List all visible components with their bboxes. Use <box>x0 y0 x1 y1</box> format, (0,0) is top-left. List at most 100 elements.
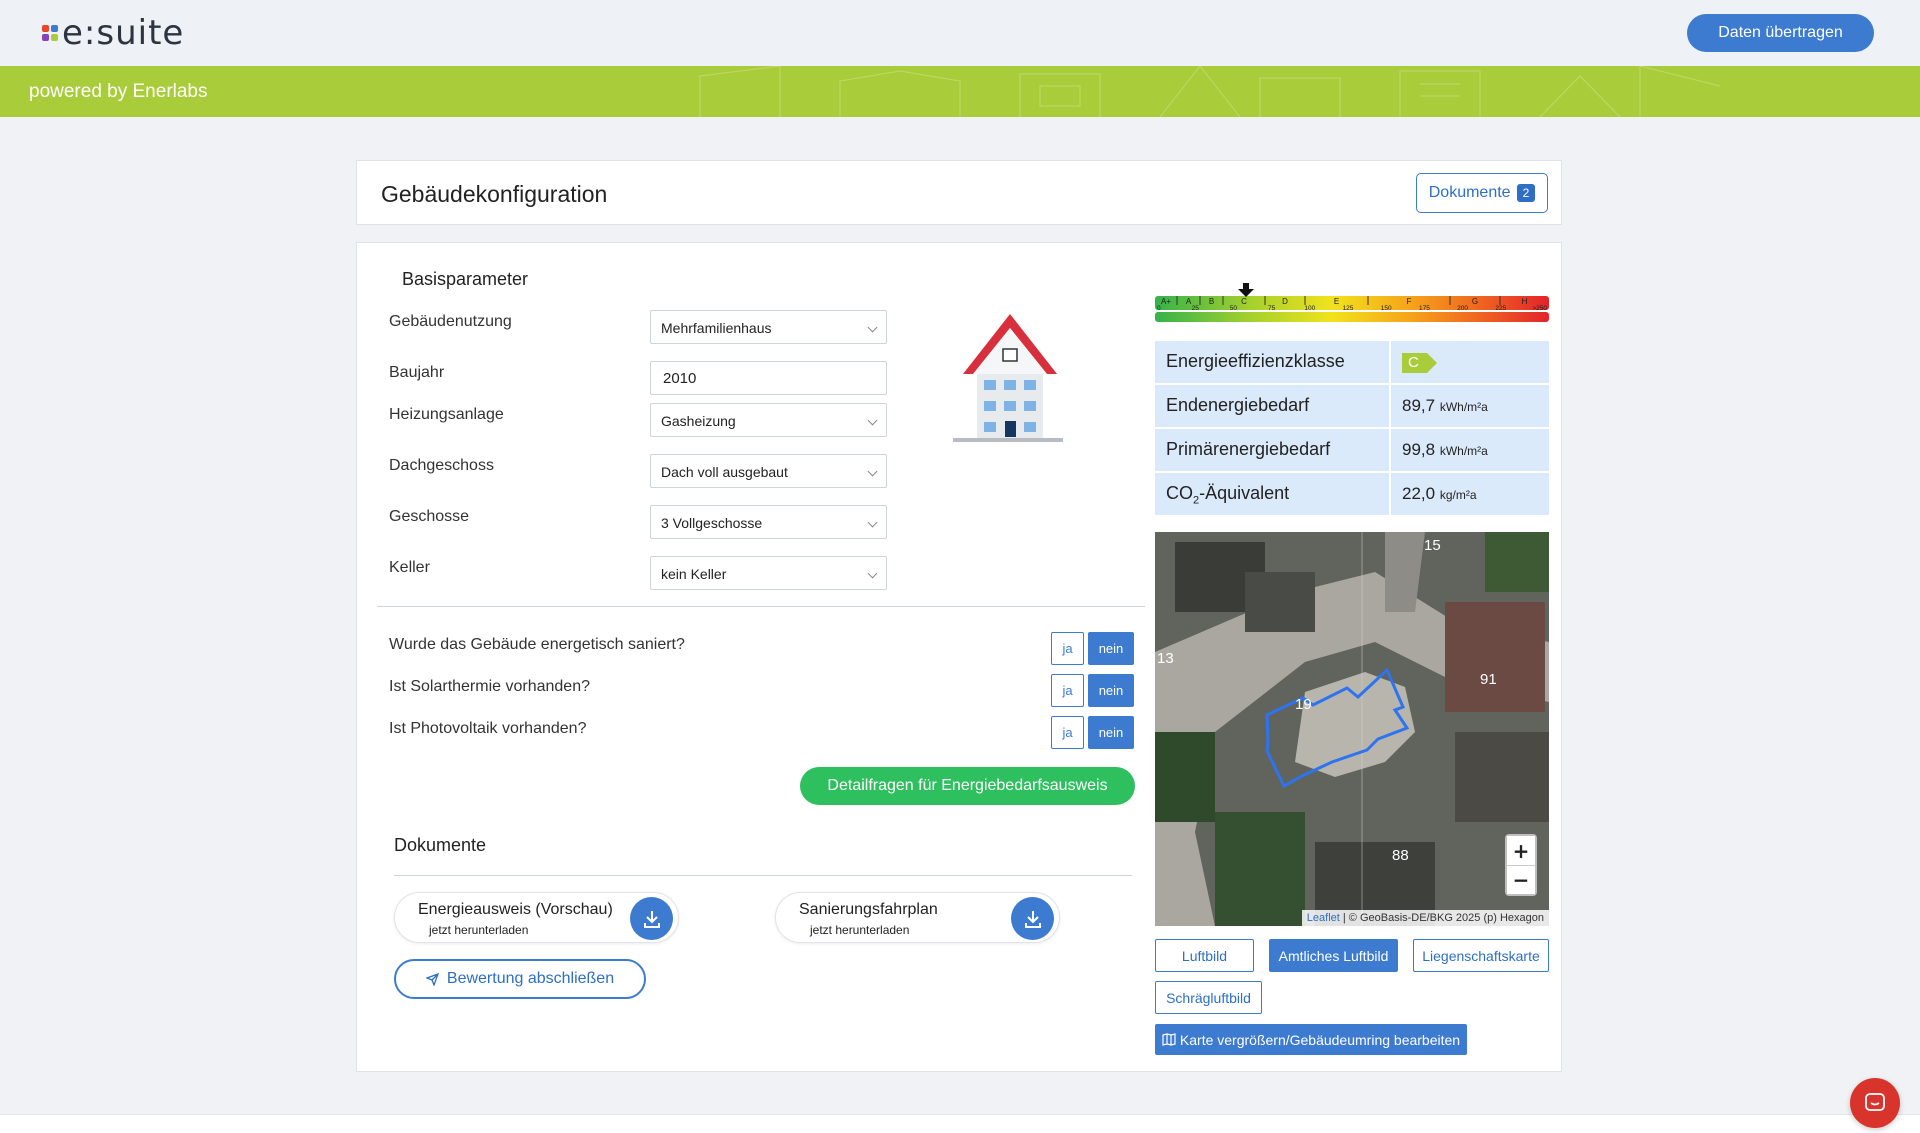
final-energy-row: Endenergiebedarf 89,7 kWh/m²a <box>1155 385 1549 427</box>
label-heating: Heizungsanlage <box>389 406 504 423</box>
scale-tick-label: 100 <box>1304 305 1315 312</box>
aerial-image <box>1155 532 1549 926</box>
scale-tick-label: >250 <box>1532 305 1547 312</box>
scale-class-label: H <box>1522 297 1528 306</box>
renovation-roadmap-subtitle: jetzt herunterladen <box>810 923 910 937</box>
co2-value: 22,0 <box>1402 484 1436 503</box>
finish-assessment-button[interactable]: Bewertung abschließen <box>394 959 646 999</box>
floors-select[interactable]: 3 Vollgeschosse <box>650 505 887 539</box>
question-renovated: Wurde das Gebäude energetisch saniert? <box>389 636 685 653</box>
scale-tick-label: 225 <box>1495 305 1506 312</box>
esuite-logo[interactable]: e:suite <box>42 13 185 53</box>
attic-value: Dach voll ausgebaut <box>661 464 788 480</box>
title-card: Gebäudekonfiguration Dokumente 2 <box>356 160 1562 225</box>
logo-text: e:suite <box>62 13 185 53</box>
final-energy-value: 89,7 <box>1402 396 1436 415</box>
page-title: Gebäudekonfiguration <box>381 181 608 207</box>
chat-widget-button[interactable] <box>1850 1078 1900 1128</box>
attic-select[interactable]: Dach voll ausgebaut <box>650 454 887 488</box>
primary-energy-unit: kWh/m²a <box>1439 444 1488 458</box>
label-building-use: Gebäudenutzung <box>389 313 512 330</box>
top-bar: e:suite Daten übertragen <box>0 0 1920 66</box>
powered-by-banner: powered by Enerlabs <box>0 66 1920 117</box>
renovated-no-button[interactable]: nein <box>1088 632 1134 665</box>
leaflet-link[interactable]: Leaflet <box>1307 912 1340 924</box>
map-layer-luftbild-button[interactable]: Luftbild <box>1155 939 1254 972</box>
logo-dots-icon <box>42 25 58 41</box>
chat-icon <box>1865 1093 1885 1111</box>
solar-thermal-no-button[interactable]: nein <box>1088 674 1134 707</box>
zoom-in-button[interactable]: + <box>1507 836 1535 865</box>
transfer-data-button[interactable]: Daten übertragen <box>1687 14 1874 52</box>
documents-count-badge: 2 <box>1516 184 1536 202</box>
final-energy-label: Endenergiebedarf <box>1155 385 1389 427</box>
documents-button[interactable]: Dokumente 2 <box>1416 173 1548 213</box>
basis-heading: Basisparameter <box>402 269 529 289</box>
documents-button-label: Dokumente <box>1428 184 1511 201</box>
divider <box>394 875 1132 876</box>
renovated-toggle: ja nein <box>1051 632 1134 665</box>
aerial-map[interactable]: 15 13 19 91 88 + − Leaflet | © GeoBasis-… <box>1155 532 1549 926</box>
photovoltaic-yes-button[interactable]: ja <box>1051 716 1084 749</box>
house-illustration-icon <box>953 314 1063 442</box>
photovoltaic-toggle: ja nein <box>1051 716 1134 749</box>
chevron-down-icon <box>867 466 878 477</box>
powered-by-text: powered by Enerlabs <box>29 81 208 102</box>
scale-class-label: F <box>1407 297 1412 306</box>
zoom-out-button[interactable]: − <box>1507 865 1535 894</box>
question-solar-thermal: Ist Solarthermie vorhanden? <box>389 678 590 695</box>
renovation-roadmap-download[interactable]: Sanierungsfahrplan jetzt herunterladen <box>775 892 1060 943</box>
solar-thermal-yes-button[interactable]: ja <box>1051 674 1084 707</box>
current-class-marker-icon <box>1238 283 1254 297</box>
construction-year-input[interactable]: 2010 <box>650 361 887 395</box>
label-floors: Geschosse <box>389 508 470 525</box>
map-label: 13 <box>1157 650 1174 667</box>
basement-select[interactable]: kein Keller <box>650 556 887 590</box>
scale-tick-label: 200 <box>1457 305 1468 312</box>
chevron-down-icon <box>867 322 878 333</box>
solar-thermal-toggle: ja nein <box>1051 674 1134 707</box>
scale-tick-label: 50 <box>1230 305 1238 312</box>
map-layer-oblique-button[interactable]: Schrägluftbild <box>1155 981 1262 1014</box>
map-attribution-text: | © GeoBasis-DE/BKG 2025 (p) Hexagon <box>1339 912 1544 924</box>
scale-class-label: C <box>1241 297 1247 306</box>
divider <box>377 606 1145 607</box>
label-basement: Keller <box>389 559 430 576</box>
heating-select[interactable]: Gasheizung <box>650 403 887 437</box>
building-use-value: Mehrfamilienhaus <box>661 320 772 336</box>
detail-questions-button[interactable]: Detailfragen für Energiebedarfsausweis <box>800 767 1135 805</box>
co2-label: CO2-Äquivalent <box>1155 473 1389 515</box>
chevron-down-icon <box>867 568 878 579</box>
efficiency-class-label: Energieeffizienzklasse <box>1155 341 1389 383</box>
primary-energy-row: Primärenergiebedarf 99,8 kWh/m²a <box>1155 429 1549 471</box>
scale-class-label: E <box>1334 297 1339 306</box>
download-icon[interactable] <box>1011 897 1054 940</box>
chevron-down-icon <box>867 517 878 528</box>
basement-value: kein Keller <box>661 566 727 582</box>
primary-energy-label: Primärenergiebedarf <box>1155 429 1389 471</box>
photovoltaic-no-button[interactable]: nein <box>1088 716 1134 749</box>
footer-bar <box>0 1114 1920 1133</box>
label-construction-year: Baujahr <box>389 364 445 381</box>
scale-tick-label: 25 <box>1192 305 1200 312</box>
map-layer-cadastral-button[interactable]: Liegenschaftskarte <box>1413 939 1549 972</box>
download-icon[interactable] <box>630 897 673 940</box>
renovated-yes-button[interactable]: ja <box>1051 632 1084 665</box>
efficiency-class-row: Energieeffizienzklasse C <box>1155 341 1549 383</box>
blueprint-pattern-icon <box>699 66 1721 117</box>
building-use-select[interactable]: Mehrfamilienhaus <box>650 310 887 344</box>
documents-heading: Dokumente <box>394 835 487 855</box>
energy-certificate-download[interactable]: Energieausweis (Vorschau) jetzt herunter… <box>394 892 679 943</box>
map-icon <box>1162 1033 1176 1046</box>
enlarge-map-button[interactable]: Karte vergrößern/Gebäudeumring bearbeite… <box>1155 1024 1467 1055</box>
floors-value: 3 Vollgeschosse <box>661 515 763 531</box>
map-zoom-control: + − <box>1505 834 1537 896</box>
energy-certificate-subtitle: jetzt herunterladen <box>429 923 529 937</box>
map-label: 19 <box>1295 696 1312 713</box>
map-layer-official-aerial-button[interactable]: Amtliches Luftbild <box>1269 939 1398 972</box>
question-photovoltaic: Ist Photovoltaik vorhanden? <box>389 720 587 737</box>
scale-tick-label: 75 <box>1268 305 1276 312</box>
energy-info-table: Energieeffizienzklasse C Endenergiebedar… <box>1155 341 1549 517</box>
energy-efficiency-scale: A+ A B C D E F G H0 25 50 75 100 125 150 175 200 225 >250 <box>1155 283 1549 322</box>
scale-class-label: D <box>1282 297 1288 306</box>
